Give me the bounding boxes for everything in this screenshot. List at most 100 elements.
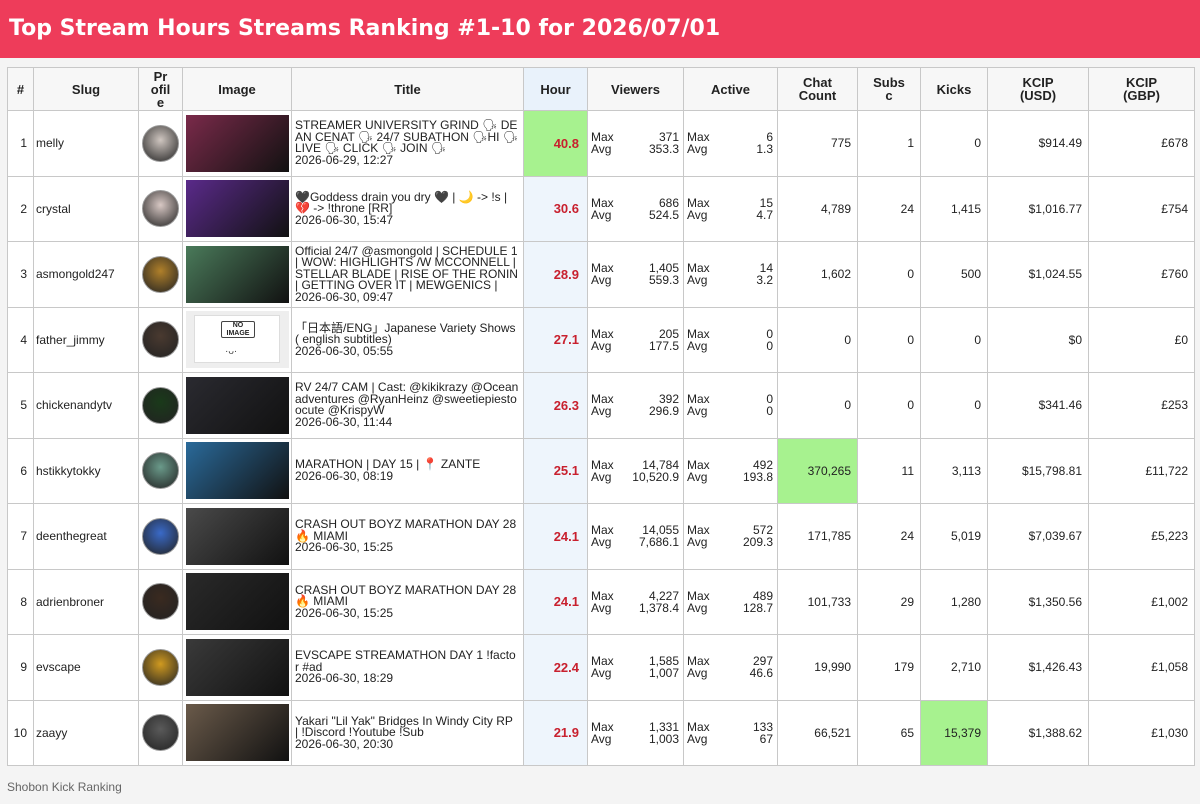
avatar[interactable] [142,452,179,490]
profile-cell[interactable] [138,110,183,177]
avg-label: Avg [687,469,708,484]
title-cell[interactable]: Yakari "Lil Yak" Bridges In Windy City R… [291,699,524,766]
avatar[interactable] [142,386,179,424]
table-row[interactable]: 1 melly STREAMER UNIVERSITY GRIND 🗣 DEAN… [7,110,1195,177]
title-cell[interactable]: EVSCAPE STREAMATHON DAY 1 !factor #ad 20… [291,634,524,701]
viewers-max: 4,227 [648,588,679,603]
header-kcip-usd[interactable]: KCIP (USD) [987,67,1089,111]
title-cell[interactable]: CRASH OUT BOYZ MARATHON DAY 28 🔥 MIAMI 2… [291,503,524,570]
active-cell: Max 572 Avg 209.3 [683,503,778,570]
table-row[interactable]: 2 crystal 🖤Goddess drain you dry 🖤 | 🌙 -… [7,175,1195,242]
table-row[interactable]: 6 hstikkytokky MARATHON | DAY 15 | 📍 ZAN… [7,437,1195,504]
avg-label: Avg [687,273,708,288]
slug-cell[interactable]: deenthegreat [33,503,139,570]
viewers-avg: 10,520.9 [632,469,679,484]
slug-cell[interactable]: adrienbroner [33,568,139,635]
title-cell[interactable]: 「日本語/ENG」Japanese Variety Shows ( englis… [291,306,524,373]
avatar[interactable] [142,517,179,555]
image-cell[interactable] [182,372,292,439]
avatar[interactable] [142,255,179,293]
header-slug[interactable]: Slug [33,67,139,111]
slug-cell[interactable]: crystal [33,175,139,242]
profile-cell[interactable] [138,372,183,439]
slug-cell[interactable]: asmongold247 [33,241,139,308]
avg-label: Avg [687,600,708,615]
slug-cell[interactable]: evscape [33,634,139,701]
image-cell[interactable]: NO IMAGE ·ᴗ· [182,306,292,373]
subs-cell: 24 [857,175,921,242]
rank-cell: 1 [7,110,34,177]
header-chat-count[interactable]: Chat Count [777,67,858,111]
slug-cell[interactable]: hstikkytokky [33,437,139,504]
avatar[interactable] [142,321,179,359]
header-image[interactable]: Image [182,67,292,111]
avatar[interactable] [142,190,179,228]
table-row[interactable]: 10 zaayy Yakari "Lil Yak" Bridges In Win… [7,699,1195,766]
header-profile[interactable]: Pr ofil e [138,67,183,111]
profile-cell[interactable] [138,306,183,373]
subs-cell: 0 [857,306,921,373]
viewers-avg: 1,003 [648,731,679,746]
image-cell[interactable] [182,175,292,242]
profile-cell[interactable] [138,503,183,570]
rank-cell: 9 [7,634,34,701]
stream-thumbnail[interactable] [186,376,289,434]
kicks-cell: 0 [920,306,988,373]
header-subs[interactable]: Subs c [857,67,921,111]
avatar[interactable] [142,714,179,752]
image-cell[interactable] [182,437,292,504]
table-header-row: # Slug Pr ofil e Image Title Hour Viewer… [7,67,1195,111]
header-active[interactable]: Active [683,67,778,111]
profile-cell[interactable] [138,241,183,308]
profile-cell[interactable] [138,175,183,242]
header-hour[interactable]: Hour [523,67,588,111]
title-cell[interactable]: MARATHON | DAY 15 | 📍 ZANTE 2026-06-30, … [291,437,524,504]
stream-thumbnail[interactable] [186,507,289,565]
kicks-cell: 3,113 [920,437,988,504]
header-kcip-gbp[interactable]: KCIP (GBP) [1088,67,1195,111]
header-viewers[interactable]: Viewers [587,67,684,111]
image-cell[interactable] [182,634,292,701]
table-row[interactable]: 9 evscape EVSCAPE STREAMATHON DAY 1 !fac… [7,634,1195,701]
title-cell[interactable]: RV 24/7 CAM | Cast: @kikikrazy @Oceanadv… [291,372,524,439]
title-cell[interactable]: Official 24/7 @asmongold | SCHEDULE 1 | … [291,241,524,308]
slug-cell[interactable]: melly [33,110,139,177]
avatar[interactable] [142,124,179,162]
slug-cell[interactable]: zaayy [33,699,139,766]
table-row[interactable]: 4 father_jimmy NO IMAGE ·ᴗ· 「日本語/ENG」Jap… [7,306,1195,373]
stream-thumbnail[interactable] [186,638,289,696]
header-title[interactable]: Title [291,67,524,111]
image-cell[interactable] [182,241,292,308]
image-cell[interactable] [182,110,292,177]
profile-cell[interactable] [138,437,183,504]
slug-cell[interactable]: chickenandytv [33,372,139,439]
image-cell[interactable] [182,699,292,766]
avatar[interactable] [142,583,179,621]
table-row[interactable]: 7 deenthegreat CRASH OUT BOYZ MARATHON D… [7,503,1195,570]
slug-cell[interactable]: father_jimmy [33,306,139,373]
title-cell[interactable]: STREAMER UNIVERSITY GRIND 🗣 DEAN CENAT 🗣… [291,110,524,177]
profile-cell[interactable] [138,699,183,766]
stream-thumbnail[interactable] [186,114,289,172]
image-cell[interactable] [182,503,292,570]
image-cell[interactable] [182,568,292,635]
stream-thumbnail[interactable] [186,180,289,238]
table-row[interactable]: 3 asmongold247 Official 24/7 @asmongold … [7,241,1195,308]
stream-thumbnail[interactable] [186,704,289,762]
title-cell[interactable]: 🖤Goddess drain you dry 🖤 | 🌙 -> !s | 💔 -… [291,175,524,242]
ranking-table-container: # Slug Pr ofil e Image Title Hour Viewer… [7,67,1195,766]
header-kicks[interactable]: Kicks [920,67,988,111]
table-row[interactable]: 8 adrienbroner CRASH OUT BOYZ MARATHON D… [7,568,1195,635]
table-row[interactable]: 5 chickenandytv RV 24/7 CAM | Cast: @kik… [7,372,1195,439]
avatar[interactable] [142,648,179,686]
stream-thumbnail[interactable] [186,442,289,500]
header-rank[interactable]: # [7,67,34,111]
title-cell[interactable]: CRASH OUT BOYZ MARATHON DAY 28 🔥 MIAMI 2… [291,568,524,635]
profile-cell[interactable] [138,634,183,701]
stream-thumbnail[interactable] [186,245,289,303]
stream-thumbnail[interactable] [186,573,289,631]
profile-cell[interactable] [138,568,183,635]
stream-thumbnail[interactable]: NO IMAGE ·ᴗ· [186,311,289,369]
active-cell: Max 489 Avg 128.7 [683,568,778,635]
page-title: Top Stream Hours Streams Ranking #1-10 f… [0,0,1200,58]
